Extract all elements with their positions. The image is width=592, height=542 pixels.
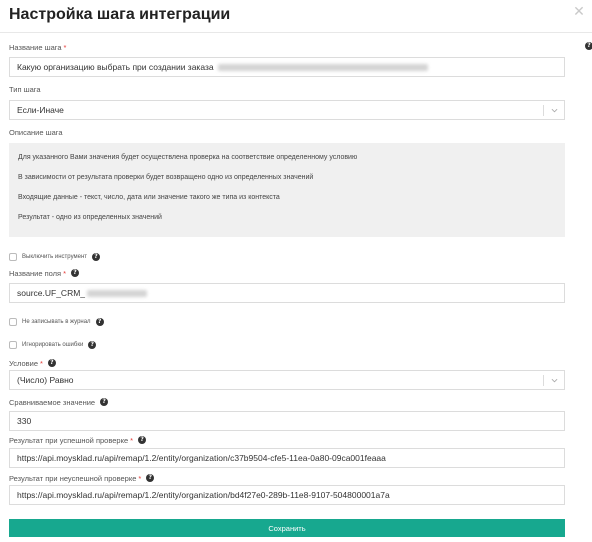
compare-value-label-text: Сравниваемое значение xyxy=(9,397,96,407)
chevron-down-icon xyxy=(551,378,558,383)
step-name-value: Какую организацию выбрать при создании з… xyxy=(17,62,214,72)
compare-value-input[interactable]: 330 xyxy=(9,411,565,431)
success-result-value: https://api.moysklad.ru/api/remap/1.2/en… xyxy=(17,453,386,463)
redacted-text xyxy=(217,63,428,71)
condition-label-text: Условие xyxy=(9,358,38,368)
ignore-errors-checkbox[interactable] xyxy=(9,341,17,349)
success-result-input[interactable]: https://api.moysklad.ru/api/remap/1.2/en… xyxy=(9,448,565,468)
disable-tool-checkbox[interactable] xyxy=(9,253,17,261)
select-divider xyxy=(543,375,544,386)
help-icon[interactable]: ? xyxy=(47,359,56,367)
no-log-label: Не записывать в журнал xyxy=(22,319,91,325)
help-icon[interactable]: ? xyxy=(95,318,104,326)
description-line: Для указанного Вами значения будет осуще… xyxy=(18,154,358,161)
no-log-checkbox[interactable] xyxy=(9,318,17,326)
description-label: Описание шага xyxy=(9,127,63,137)
success-result-label-text: Результат при успешной проверке xyxy=(9,435,129,445)
disable-tool-checkbox-row: Выключить инструмент ? xyxy=(9,252,101,262)
close-icon[interactable]: ✕ xyxy=(572,4,586,18)
step-name-input[interactable]: Какую организацию выбрать при создании з… xyxy=(9,57,565,77)
ignore-errors-checkbox-row: Игнорировать ошибки ? xyxy=(9,340,97,350)
modal-header: Настройка шага интеграции ✕ xyxy=(0,0,592,33)
step-name-label: Название шага * xyxy=(9,42,66,52)
condition-value: (Число) Равно xyxy=(17,375,74,385)
help-icon[interactable]: ? xyxy=(138,436,147,444)
step-name-label-text: Название шага xyxy=(9,42,62,52)
fail-result-input[interactable]: https://api.moysklad.ru/api/remap/1.2/en… xyxy=(9,485,565,505)
modal-title: Настройка шага интеграции xyxy=(9,6,231,23)
description-line: Входящие данные - текст, число, дата или… xyxy=(18,194,280,201)
chevron-down-icon xyxy=(551,108,558,113)
select-divider xyxy=(543,105,544,116)
step-type-label: Тип шага xyxy=(9,84,41,94)
field-name-value: source.UF_CRM_ xyxy=(17,288,86,298)
required-mark: * xyxy=(63,268,67,278)
required-mark: * xyxy=(40,358,43,368)
help-icon[interactable]: ? xyxy=(92,253,101,261)
description-label-text: Описание шага xyxy=(9,127,63,137)
save-button[interactable]: Сохранить xyxy=(9,519,565,537)
help-icon[interactable]: ? xyxy=(585,42,592,50)
help-icon[interactable]: ? xyxy=(100,398,109,406)
description-line: Результат - одно из определенных значени… xyxy=(18,214,162,221)
no-log-checkbox-row: Не записывать в журнал ? xyxy=(9,317,104,327)
step-type-select[interactable]: Если-Иначе xyxy=(9,100,565,120)
fail-result-value: https://api.moysklad.ru/api/remap/1.2/en… xyxy=(17,490,390,500)
ignore-errors-label: Игнорировать ошибки xyxy=(22,342,84,348)
step-type-value: Если-Иначе xyxy=(17,105,64,115)
help-icon[interactable]: ? xyxy=(88,341,97,349)
required-mark: * xyxy=(63,42,67,52)
fail-result-label: Результат при неуспешной проверке * ? xyxy=(9,473,155,483)
description-box: Для указанного Вами значения будет осуще… xyxy=(9,143,565,237)
step-type-label-text: Тип шага xyxy=(9,84,41,94)
compare-value-label: Сравниваемое значение ? xyxy=(9,397,109,407)
field-name-label-text: Название поля xyxy=(9,268,62,278)
required-mark: * xyxy=(130,435,134,445)
description-line: В зависимости от результата проверки буд… xyxy=(18,174,314,181)
compare-value-value: 330 xyxy=(17,416,32,426)
fail-result-label-text: Результат при неуспешной проверке xyxy=(9,473,137,483)
condition-select[interactable]: (Число) Равно xyxy=(9,370,565,390)
help-icon[interactable]: ? xyxy=(71,269,80,277)
redacted-text xyxy=(87,289,148,297)
disable-tool-label: Выключить инструмент xyxy=(22,254,88,260)
field-name-label: Название поля * ? xyxy=(9,268,80,278)
help-icon[interactable]: ? xyxy=(146,474,155,482)
field-name-input[interactable]: source.UF_CRM_ xyxy=(9,283,565,303)
required-mark: * xyxy=(138,473,142,483)
success-result-label: Результат при успешной проверке * ? xyxy=(9,435,147,445)
condition-label: Условие * ? xyxy=(9,358,56,368)
